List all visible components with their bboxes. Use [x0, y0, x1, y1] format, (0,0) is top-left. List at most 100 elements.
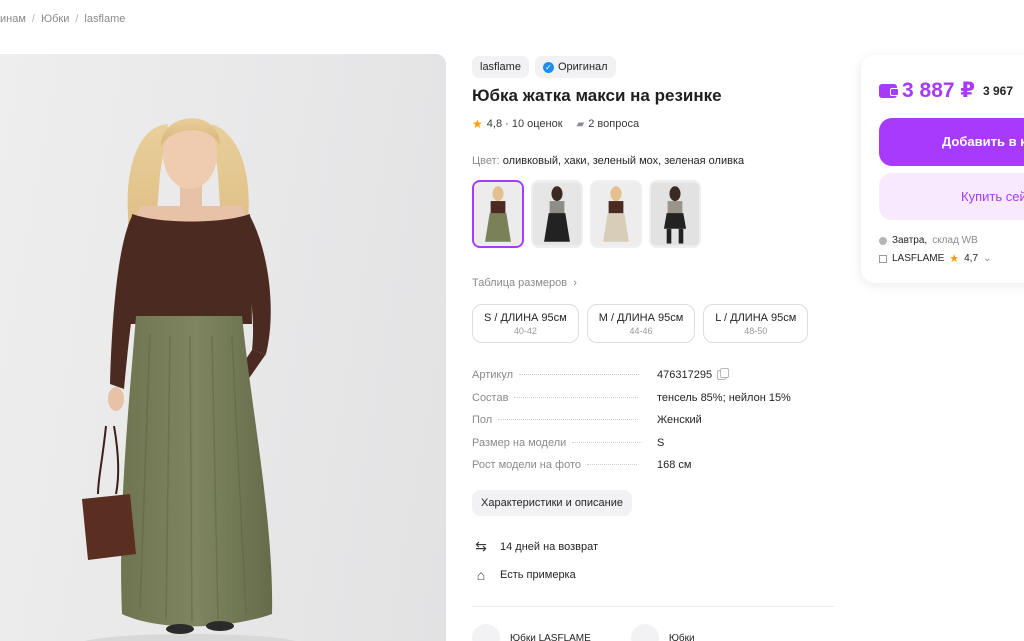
- spec-key: Рост модели на фото: [472, 459, 582, 471]
- color-thumbnail[interactable]: [531, 180, 583, 248]
- spec-key: Артикул: [472, 369, 514, 381]
- category-links: Юбки LASFLAME Юбки: [472, 624, 695, 641]
- brand-tag[interactable]: lasflame: [472, 56, 529, 78]
- spec-dots: [587, 464, 638, 465]
- question-icon: ▰: [576, 118, 585, 130]
- questions-link[interactable]: 2 вопроса: [588, 118, 639, 130]
- thumbnail-image: [533, 182, 581, 246]
- delivery-place: склад WB: [932, 235, 978, 246]
- add-to-cart-button[interactable]: Добавить в корзину: [879, 118, 1024, 166]
- size-name: M / ДЛИНА 95см: [598, 311, 684, 324]
- color-thumbnails: [472, 180, 701, 248]
- size-option[interactable]: L / ДЛИНА 95см 48-50: [703, 304, 809, 343]
- star-icon: ★: [949, 253, 960, 265]
- location-icon: [879, 236, 887, 245]
- current-price: 3 887 ₽: [902, 79, 975, 102]
- chevron-right-icon: ›: [570, 277, 577, 289]
- breadcrumb: инам / Юбки / lasflame: [0, 13, 125, 25]
- copy-icon[interactable]: [717, 368, 730, 380]
- price-row: 3 887 ₽ 3 967: [879, 78, 1013, 103]
- size-range: 40-42: [513, 325, 537, 336]
- chevron-down-icon: ⌄: [983, 253, 992, 264]
- brand-tags: lasflame ✓ Оригинал: [472, 56, 616, 78]
- return-text: 14 дней на возврат: [500, 540, 598, 553]
- star-icon: ★: [472, 117, 483, 131]
- breadcrumb-item[interactable]: lasflame: [84, 13, 125, 25]
- verified-check-icon: ✓: [542, 61, 554, 73]
- breadcrumb-item[interactable]: инам: [0, 13, 26, 25]
- color-line: Цвет: оливковый, хаки, зеленый мох, зеле…: [472, 155, 744, 167]
- color-thumbnail[interactable]: [472, 180, 524, 248]
- breadcrumb-separator: /: [75, 13, 79, 25]
- delivery-day: Завтра,: [892, 235, 928, 246]
- spec-row: Пол Женский: [472, 414, 802, 437]
- delivery-info: Завтра, склад WB: [879, 235, 978, 246]
- size-option[interactable]: S / ДЛИНА 95см 40-42: [472, 304, 579, 343]
- product-main-photo[interactable]: [0, 54, 446, 641]
- spec-row: Артикул 476317295: [472, 368, 802, 392]
- spec-key: Размер на модели: [472, 436, 567, 449]
- original-tag[interactable]: ✓ Оригинал: [534, 56, 616, 78]
- specs-list: Артикул 476317295 Состав тенсель 85%; не…: [472, 368, 802, 482]
- color-thumbnail[interactable]: [649, 180, 701, 248]
- seller-info[interactable]: LASFLAME ★ 4,7 ⌄: [879, 252, 991, 265]
- spec-dots: [498, 419, 639, 420]
- fitting-feature[interactable]: ⌂ Есть примерка: [472, 567, 576, 583]
- rating-row: ★ 4,8 · 10 оценок ▰ 2 вопроса: [472, 117, 639, 131]
- breadcrumb-separator: /: [31, 13, 35, 25]
- spec-value: Женский: [657, 414, 702, 426]
- size-range: 44-46: [629, 325, 653, 336]
- size-name: L / ДЛИНА 95см: [715, 311, 797, 324]
- divider: [472, 606, 834, 607]
- thumbnail-image: [474, 182, 522, 246]
- category-icon: [630, 624, 659, 641]
- spec-dots: [572, 441, 643, 443]
- size-options: S / ДЛИНА 95см 40-42 M / ДЛИНА 95см 44-4…: [472, 304, 809, 343]
- return-arrows-icon: ⇆: [475, 538, 487, 554]
- spec-row: Размер на модели S: [472, 437, 802, 460]
- spec-dots: [514, 396, 639, 398]
- category-link-label: Юбки: [668, 632, 695, 641]
- category-link-brand[interactable]: Юбки LASFLAME: [472, 624, 591, 641]
- color-label: Цвет:: [472, 155, 500, 167]
- category-link-skirts[interactable]: Юбки: [630, 624, 695, 641]
- fitting-text: Есть примерка: [500, 569, 576, 581]
- brand-name: lasflame: [480, 61, 521, 73]
- spec-row: Состав тенсель 85%; нейлон 15%: [472, 392, 802, 415]
- spec-key: Состав: [472, 391, 509, 404]
- article-number: 476317295: [657, 369, 713, 381]
- hanger-icon: ⌂: [476, 567, 486, 583]
- category-link-label: Юбки LASFLAME: [510, 632, 591, 641]
- size-range: 48-50: [744, 325, 768, 336]
- size-table-label: Таблица размеров: [472, 277, 568, 289]
- breadcrumb-item[interactable]: Юбки: [41, 13, 69, 25]
- wallet-icon: [879, 83, 899, 98]
- spec-key: Пол: [472, 414, 493, 426]
- rating-text[interactable]: 4,8 · 10 оценок: [487, 118, 563, 130]
- size-option[interactable]: M / ДЛИНА 95см 44-46: [586, 304, 696, 343]
- seller-rating: 4,7: [964, 253, 979, 264]
- product-title: Юбка жатка макси на резинке: [472, 86, 722, 105]
- original-label: Оригинал: [557, 61, 608, 73]
- old-price: 3 967: [983, 83, 1014, 98]
- category-icon: [472, 624, 500, 641]
- return-feature[interactable]: ⇆ 14 дней на возврат: [472, 538, 598, 555]
- characteristics-button[interactable]: Характеристики и описание: [472, 490, 632, 516]
- seller-name: LASFLAME: [892, 253, 945, 264]
- color-thumbnail[interactable]: [590, 180, 642, 248]
- spec-value: 168 см: [657, 459, 692, 471]
- thumbnail-image: [592, 182, 640, 246]
- spec-row: Рост модели на фото 168 см: [472, 459, 802, 482]
- size-table-link[interactable]: Таблица размеров ›: [472, 277, 577, 289]
- store-icon: [879, 254, 887, 263]
- size-name: S / ДЛИНА 95см: [484, 311, 567, 324]
- buy-now-button[interactable]: Купить сейчас: [879, 173, 1024, 220]
- spec-value: S: [657, 436, 665, 449]
- thumbnail-image: [651, 182, 699, 246]
- color-value: оливковый, хаки, зеленый мох, зеленая ол…: [502, 155, 745, 167]
- model-photo-illustration: [82, 118, 295, 641]
- spec-value: 476317295: [657, 368, 730, 381]
- spec-value: тенсель 85%; нейлон 15%: [657, 391, 791, 404]
- buy-card: 3 887 ₽ 3 967 Добавить в корзину Купить …: [861, 55, 1024, 283]
- spec-dots: [519, 374, 640, 375]
